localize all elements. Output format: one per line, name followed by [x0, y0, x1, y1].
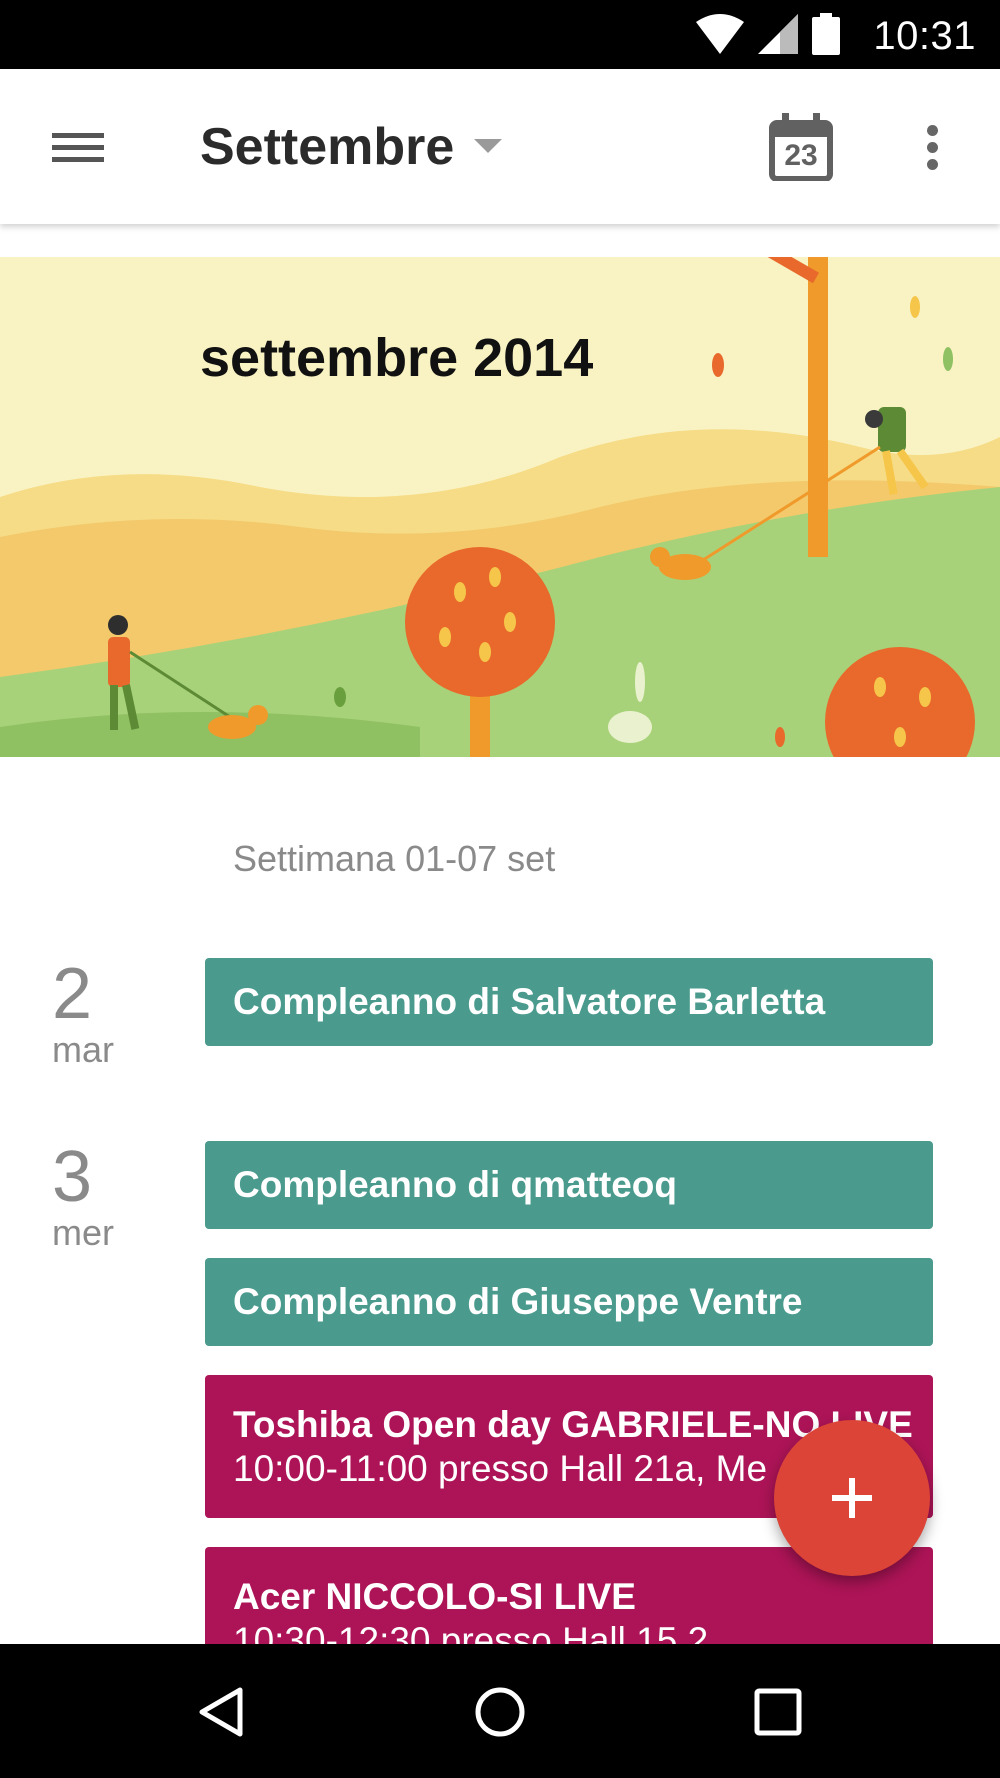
- event-title: Compleanno di qmatteoq: [233, 1164, 677, 1205]
- calendar-today-icon[interactable]: 23: [768, 113, 834, 182]
- battery-icon: [812, 13, 840, 55]
- month-header-illustration: settembre 2014: [0, 257, 1000, 757]
- navigation-bar: [0, 1644, 1000, 1778]
- add-icon-vertical: [849, 1478, 855, 1518]
- month-selector[interactable]: Settembre: [200, 109, 503, 185]
- page-title: Settembre: [200, 118, 455, 176]
- event-time-location: 10:00-11:00 presso Hall 21a, Me: [233, 1448, 768, 1489]
- status-bar: 10:31: [0, 0, 1000, 69]
- home-icon[interactable]: [474, 1686, 526, 1738]
- add-event-button[interactable]: [774, 1420, 930, 1576]
- day-number: 2: [52, 954, 93, 1034]
- event-card[interactable]: Compleanno di Salvatore Barletta: [205, 958, 933, 1046]
- status-time: 10:31: [873, 14, 976, 58]
- week-label: Settimana 01-07 set: [233, 838, 556, 879]
- event-card[interactable]: Compleanno di qmatteoq: [205, 1141, 933, 1229]
- menu-icon[interactable]: [40, 117, 116, 177]
- day-number: 3: [52, 1137, 93, 1217]
- cell-signal-icon: [758, 14, 798, 54]
- month-heading: settembre 2014: [200, 328, 594, 388]
- overflow-menu-icon[interactable]: [912, 113, 952, 181]
- event-card[interactable]: Compleanno di Giuseppe Ventre: [205, 1258, 933, 1346]
- day-label: 2 mar: [52, 958, 114, 1070]
- event-title: Acer NICCOLO-SI LIVE: [233, 1576, 636, 1617]
- day-label: 3 mer: [52, 1141, 114, 1253]
- day-of-week: mer: [52, 1212, 114, 1253]
- event-title: Compleanno di Salvatore Barletta: [233, 981, 826, 1022]
- today-date-label: 23: [784, 139, 818, 172]
- back-icon[interactable]: [196, 1686, 246, 1738]
- recents-icon[interactable]: [754, 1688, 802, 1736]
- event-title: Compleanno di Giuseppe Ventre: [233, 1281, 803, 1322]
- status-icons: [696, 13, 840, 55]
- day-of-week: mar: [52, 1029, 114, 1070]
- app-bar: Settembre 23: [0, 69, 1000, 224]
- wifi-icon: [696, 14, 744, 54]
- dropdown-arrow-icon: [474, 139, 503, 153]
- event-time-location: 10:30-12:30 presso Hall 15.2: [233, 1620, 709, 1644]
